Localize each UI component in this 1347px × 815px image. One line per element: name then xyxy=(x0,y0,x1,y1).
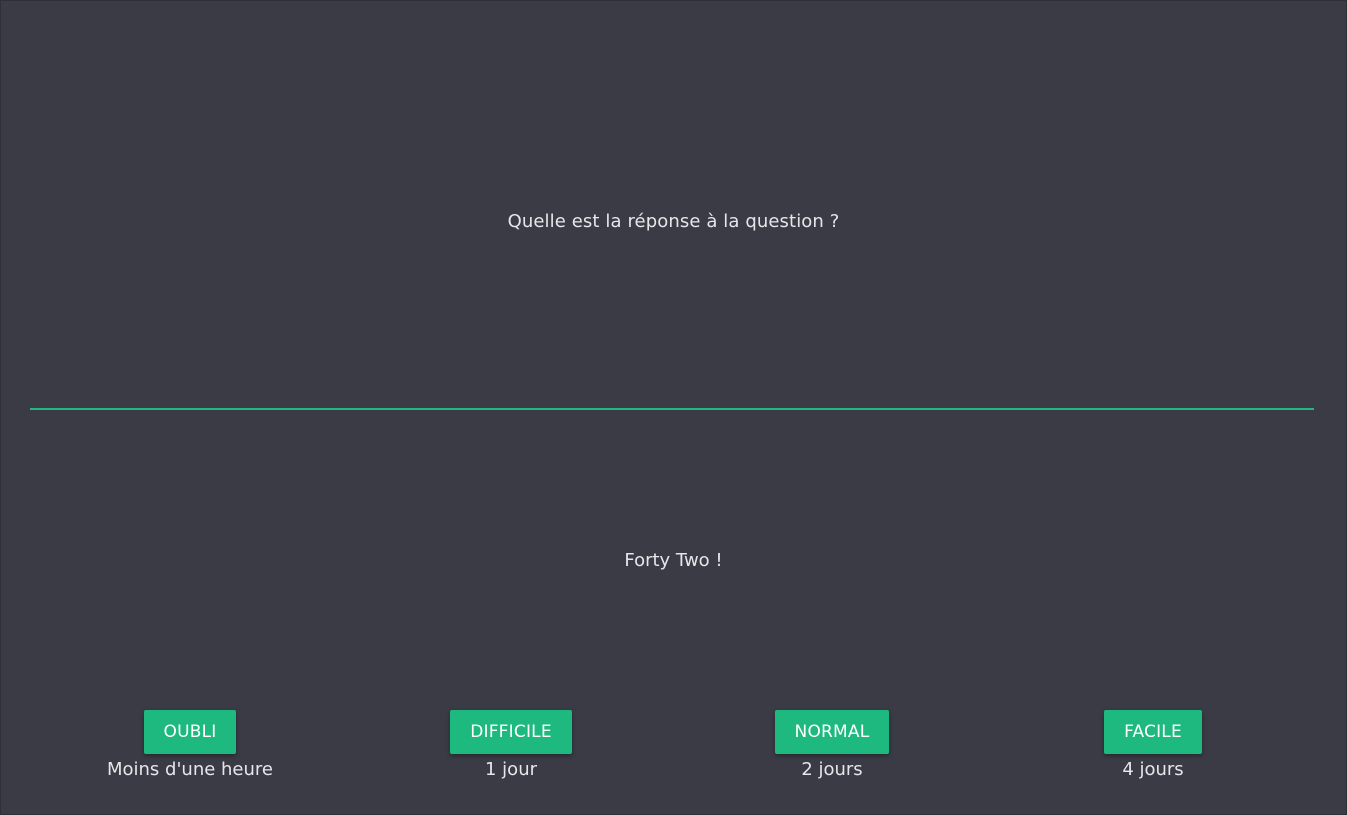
grade-option-normal: NORMAL 2 jours xyxy=(702,710,962,781)
oubli-button[interactable]: OUBLI xyxy=(143,710,237,754)
card-answer: Forty Two ! xyxy=(624,550,723,571)
oubli-interval: Moins d'une heure xyxy=(106,759,273,780)
difficile-button[interactable]: DIFFICILE xyxy=(450,710,572,754)
question-answer-divider xyxy=(30,408,1314,410)
grade-option-difficile: DIFFICILE 1 jour xyxy=(381,710,641,781)
grade-option-facile: FACILE 4 jours xyxy=(1023,710,1283,781)
normal-interval: 2 jours xyxy=(801,759,863,780)
card-question: Quelle est la réponse à la question ? xyxy=(507,211,840,232)
facile-interval: 4 jours xyxy=(1122,759,1184,780)
facile-button[interactable]: FACILE xyxy=(1104,710,1202,754)
normal-button[interactable]: NORMAL xyxy=(774,710,890,754)
difficile-interval: 1 jour xyxy=(485,759,537,780)
grade-option-oubli: OUBLI Moins d'une heure xyxy=(60,710,320,781)
